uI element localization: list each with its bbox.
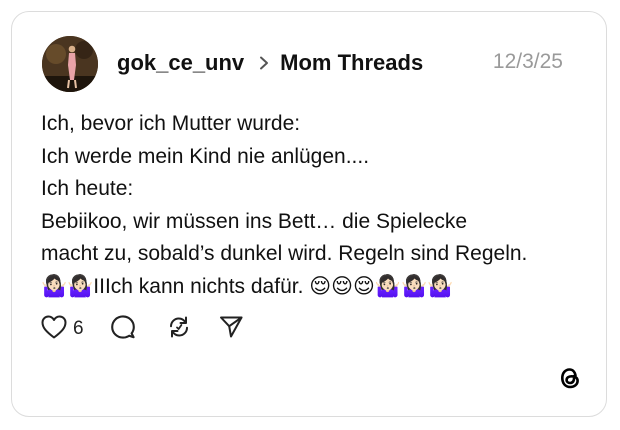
avatar[interactable] (42, 36, 98, 92)
like-count: 6 (73, 318, 84, 339)
repost-icon (166, 314, 192, 345)
community-name[interactable]: Mom Threads (280, 50, 423, 76)
post-header: gok_ce_unv Mom Threads (117, 47, 423, 79)
post-line: macht zu, sobald’s dunkel wird. Regeln s… (41, 242, 528, 265)
post-line: Ich werde mein Kind nie anlügen.... (41, 144, 370, 168)
like-button[interactable]: 6 (40, 314, 84, 344)
username[interactable]: gok_ce_unv (117, 50, 244, 76)
action-bar: 6 (40, 314, 244, 344)
post-date: 12/3/25 (492, 50, 563, 73)
chevron-right-icon (254, 53, 274, 73)
post-line: Ich, bevor ich Mutter wurde: (41, 112, 301, 135)
heart-icon (40, 314, 68, 345)
repost-button[interactable] (166, 314, 192, 344)
comment-icon (110, 314, 136, 345)
share-button[interactable] (218, 314, 244, 344)
avatar-photo (42, 36, 98, 92)
post-line: Ich heute: (41, 177, 134, 200)
share-icon (218, 314, 244, 345)
comment-button[interactable] (110, 314, 136, 344)
post-text: Ich, bevor ich Mutter wurde: Ich werde m… (41, 108, 581, 303)
post-line: 🤷🏻‍♀️🤷🏻‍♀️IIIch kann nichts dafür. 😌😌😌🤷🏻… (41, 274, 454, 298)
threads-logo-icon[interactable] (556, 364, 584, 392)
post-line: Bebiikoo, wir müssen ins Bett… die Spiel… (41, 209, 468, 233)
